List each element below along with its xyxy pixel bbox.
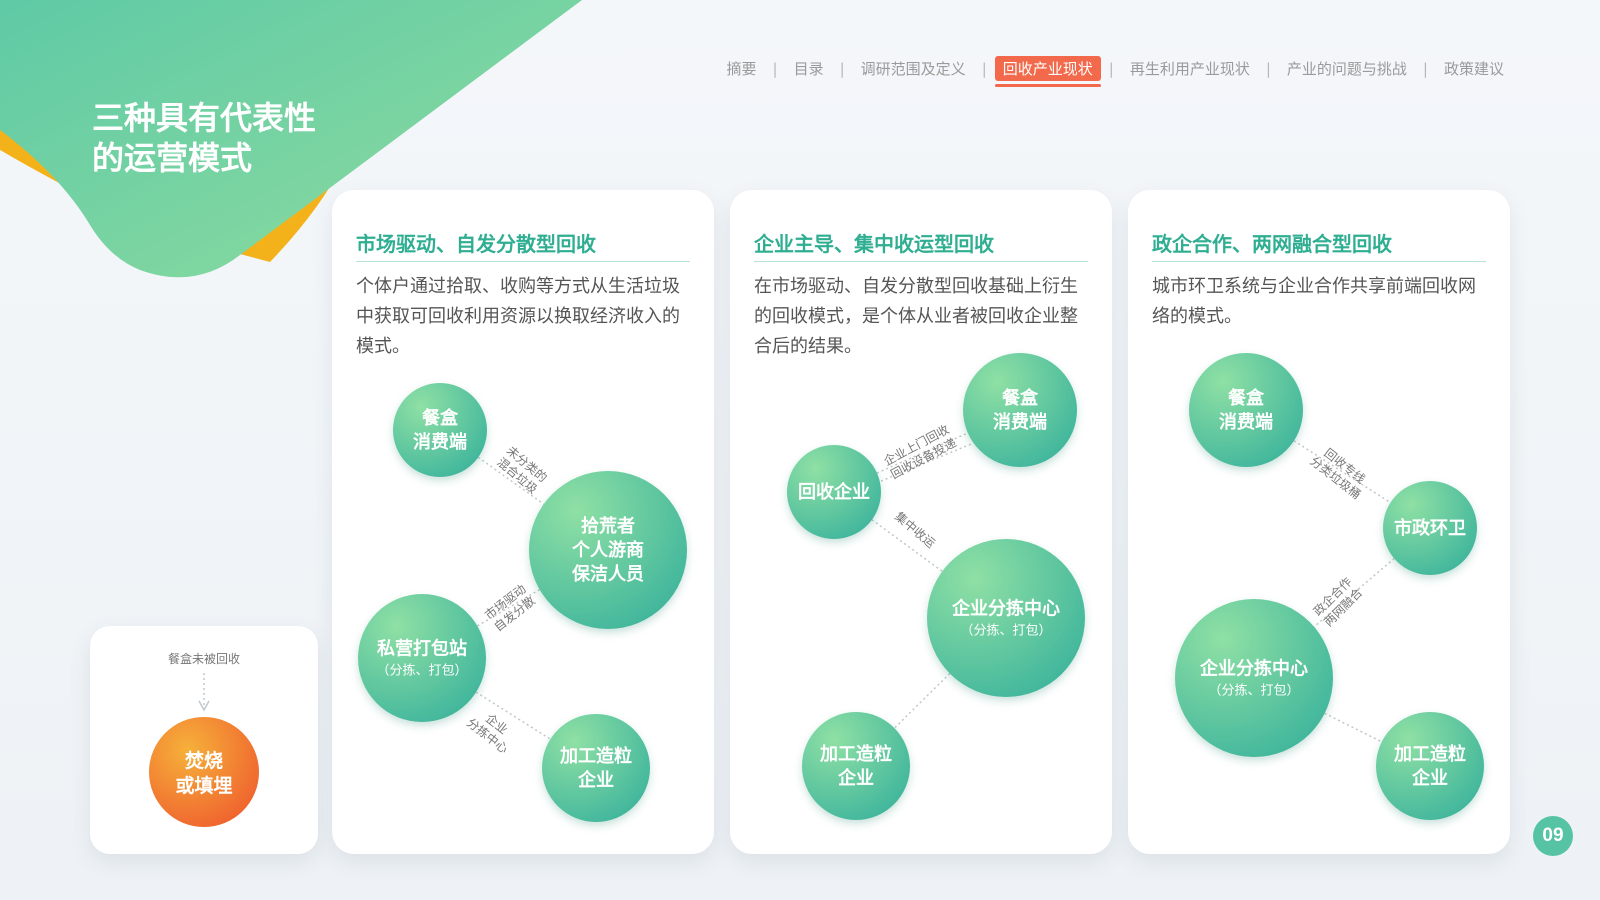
node-circle	[802, 712, 910, 820]
card-government-enterprise: 政企合作、两网融合型回收 城市环卫系统与企业合作共享前端回收网络的模式。 回收专…	[1128, 190, 1510, 854]
card-market-driven: 市场驱动、自发分散型回收 个体户通过拾取、收购等方式从生活垃圾中获取可回收利用资…	[332, 190, 714, 854]
node-circle	[1189, 353, 1303, 467]
node-label: 餐盒	[421, 407, 459, 429]
node-label: 消费端	[993, 411, 1047, 433]
nav-separator: |	[1108, 59, 1114, 78]
nav-separator: |	[772, 59, 778, 78]
page-title-line-1: 三种具有代表性	[92, 99, 317, 137]
nav-item-0[interactable]: 摘要	[719, 56, 765, 81]
nav-separator: |	[839, 59, 845, 78]
page-title: 三种具有代表性 的运营模式	[92, 98, 352, 178]
edge-label: 企业上门回收回收设备投递	[881, 421, 959, 481]
connector-2	[893, 672, 951, 729]
node-label: 私营打包站	[377, 637, 467, 659]
node-label: 消费端	[413, 431, 467, 453]
diagram-node-1: 市政环卫	[1383, 481, 1477, 575]
node-circle	[393, 383, 487, 477]
page-title-line-2: 的运营模式	[92, 139, 253, 177]
node-label: 回收企业	[798, 481, 870, 503]
nav-item-2[interactable]: 调研范围及定义	[853, 56, 974, 81]
diagram-node-0: 餐盒消费端	[1189, 353, 1303, 467]
node-label: 餐盒	[1227, 387, 1265, 409]
diagram-node-2: 私营打包站 （分拣、打包）	[358, 594, 486, 722]
node-sublabel: （分拣、打包）	[960, 623, 1051, 638]
edge-label: 企业分拣中心	[464, 710, 511, 756]
nav-item-5[interactable]: 产业的问题与挑战	[1279, 56, 1415, 81]
node-label: 企业	[837, 767, 874, 789]
page-number: 09	[1533, 816, 1573, 856]
card-enterprise-led: 企业主导、集中收运型回收 在市场驱动、自发分散型回收基础上衍生的回收模式，是个体…	[730, 190, 1112, 854]
diagram-node-3: 加工造粒企业	[1376, 712, 1484, 820]
node-label: 企业	[577, 769, 614, 791]
node-label: 企业分拣中心	[1199, 657, 1308, 679]
diagram-government-enterprise: 回收专线分类垃圾桶政企合作两网融合 餐盒消费端市政环卫企业分拣中心 （分拣、打包） 加…	[1175, 353, 1484, 820]
nav-item-3[interactable]: 回收产业现状	[994, 56, 1101, 87]
node-label: 企业	[1411, 767, 1448, 789]
node-label: 餐盒	[1001, 387, 1039, 409]
edge-label: 集中收运	[892, 508, 938, 550]
top-navigation: 摘要 | 目录 | 调研范围及定义 | 回收产业现状 | 再生利用产业现状 | 产业的问题与挑战 | 政…	[719, 56, 1512, 87]
diagram-node-2: 企业分拣中心 （分拣、打包）	[1175, 599, 1333, 757]
node-label: 消费端	[1219, 411, 1273, 433]
diagram-node-0: 餐盒消费端	[393, 383, 487, 477]
node-label: 或填埋	[175, 774, 232, 797]
nav-separator: |	[1422, 59, 1428, 78]
node-circle	[963, 353, 1077, 467]
node-label: 加工造粒	[819, 743, 892, 765]
node-sublabel: （分拣、打包）	[376, 663, 467, 678]
diagram-node-1: 回收企业	[787, 445, 881, 539]
arrow-down-icon	[198, 700, 210, 712]
diagram-node-3: 加工造粒企业	[542, 714, 650, 822]
connector-2	[1324, 712, 1383, 743]
diagram-node-0: 餐盒消费端	[963, 353, 1077, 467]
nav-item-4[interactable]: 再生利用产业现状	[1122, 56, 1258, 81]
node-circle	[1376, 712, 1484, 820]
nav-separator: |	[1265, 59, 1271, 78]
nav-item-6[interactable]: 政策建议	[1436, 56, 1512, 81]
node-label: 加工造粒	[1393, 743, 1466, 765]
node-label: 拾荒者	[581, 515, 635, 537]
node-sublabel: （分拣、打包）	[1208, 683, 1299, 698]
edge-label: 政企合作两网融合	[1310, 574, 1365, 629]
nav-separator: |	[981, 59, 987, 78]
diagram-market-driven: 未分类的混合垃圾市场驱动自发分散企业分拣中心餐盒消费端拾荒者个人游商保洁人员私营…	[358, 383, 687, 822]
diagram-node-3: 加工造粒企业	[802, 712, 910, 820]
node-label: 加工造粒	[559, 745, 632, 767]
diagram-enterprise-led: 企业上门回收回收设备投递集中收运餐盒消费端回收企业企业分拣中心（分拣、打包）加工…	[787, 353, 1085, 820]
side-card-incineration: 餐盒未被回收 焚烧 或填埋	[90, 626, 318, 854]
node-circle	[542, 714, 650, 822]
side-note: 餐盒未被回收	[168, 651, 240, 666]
node-label: 市政环卫	[1394, 517, 1466, 539]
edge-label: 市场驱动自发分散	[482, 581, 538, 634]
edge-label-line: 集中收运	[892, 508, 938, 550]
edge-label: 未分类的混合垃圾	[494, 443, 550, 497]
node-incinerate-landfill	[149, 717, 259, 827]
edge-label: 回收专线分类垃圾桶	[1307, 445, 1368, 502]
node-label: 保洁人员	[571, 563, 644, 585]
node-label: 焚烧	[185, 750, 223, 772]
diagram-node-1: 拾荒者个人游商保洁人员	[529, 471, 687, 629]
diagram-node-2: 企业分拣中心 （分拣、打包）	[927, 539, 1085, 697]
node-label: 企业分拣中心	[951, 597, 1060, 619]
node-label: 个人游商	[571, 539, 644, 561]
nav-item-1[interactable]: 目录	[786, 56, 832, 81]
side-diagram: 餐盒未被回收 焚烧 或填埋	[149, 651, 259, 827]
